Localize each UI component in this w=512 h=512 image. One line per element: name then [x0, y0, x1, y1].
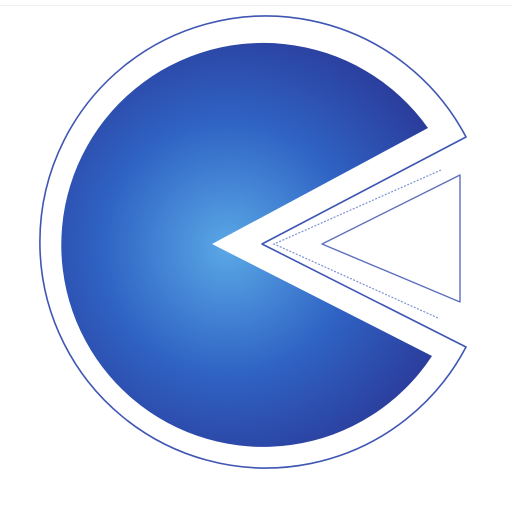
app-icon-canvas [0, 0, 512, 512]
pac-chevron-logo-icon [39, 15, 467, 469]
